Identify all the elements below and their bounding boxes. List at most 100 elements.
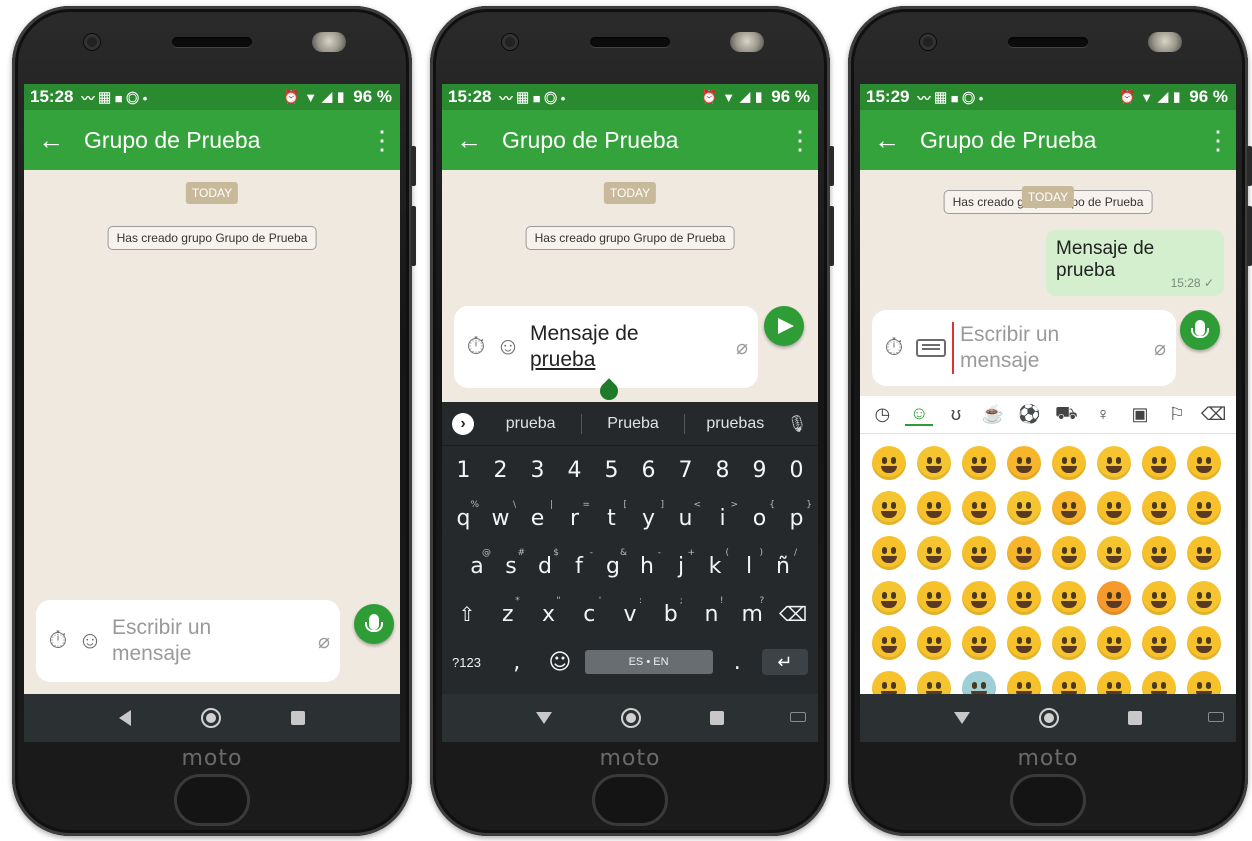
key[interactable]: l) bbox=[732, 548, 766, 579]
timer-icon[interactable]: ⏱ bbox=[460, 333, 492, 361]
key[interactable]: j + bbox=[664, 548, 698, 579]
send-button[interactable] bbox=[764, 306, 804, 346]
key[interactable]: u < bbox=[667, 500, 704, 531]
emoji-item[interactable] bbox=[911, 620, 956, 665]
car-icon[interactable]: ⛟ bbox=[1052, 403, 1080, 427]
key[interactable]: 3 bbox=[519, 458, 556, 483]
emoji-item[interactable] bbox=[1136, 485, 1181, 530]
suggestion-item[interactable]: pruebas bbox=[685, 415, 786, 433]
overflow-menu-icon[interactable]: ⋮ bbox=[1200, 125, 1236, 156]
key[interactable]: e | bbox=[519, 500, 556, 531]
emoji-item[interactable] bbox=[1136, 665, 1181, 694]
hide-keyboard-icon[interactable] bbox=[954, 712, 971, 724]
emoji-icon[interactable]: ☺ bbox=[492, 333, 524, 361]
emoji-item[interactable] bbox=[911, 530, 956, 575]
flag-icon[interactable]: ⚐ bbox=[1163, 404, 1191, 425]
emoji-item[interactable] bbox=[956, 485, 1001, 530]
nav-recents-icon[interactable] bbox=[709, 711, 724, 725]
emoji-item[interactable] bbox=[1181, 530, 1226, 575]
keyboard-icon[interactable] bbox=[916, 339, 946, 357]
key[interactable]: i > bbox=[704, 500, 741, 531]
key[interactable]: m? bbox=[737, 596, 767, 627]
key[interactable]: r = bbox=[556, 500, 593, 531]
chat-title[interactable]: Grupo de Prueba bbox=[78, 127, 364, 154]
nav-home-icon[interactable] bbox=[1038, 708, 1059, 728]
emoji-item[interactable] bbox=[1136, 620, 1181, 665]
emoji-item[interactable] bbox=[956, 530, 1001, 575]
emoji-item[interactable] bbox=[1181, 485, 1226, 530]
emoji-item[interactable] bbox=[1091, 665, 1136, 694]
recent-icon[interactable]: ◷ bbox=[868, 404, 896, 425]
emoji-item[interactable] bbox=[1046, 530, 1091, 575]
space-bar[interactable]: ES • EN bbox=[584, 650, 713, 674]
emoji-item[interactable] bbox=[911, 485, 956, 530]
key[interactable]: 9 bbox=[741, 458, 778, 483]
key[interactable]: x " bbox=[534, 596, 564, 627]
symbols-key[interactable]: ?123 bbox=[452, 655, 492, 670]
emoji-item[interactable] bbox=[1001, 530, 1046, 575]
emoji-icon[interactable]: ☺ bbox=[74, 627, 106, 655]
nav-home-icon[interactable] bbox=[620, 708, 641, 728]
timer-icon[interactable]: ⏱ bbox=[878, 334, 910, 362]
animal-icon[interactable]: ʊ bbox=[942, 404, 970, 425]
emoji-item[interactable] bbox=[1181, 665, 1226, 694]
key[interactable]: n! bbox=[697, 596, 727, 627]
key[interactable]: s # bbox=[494, 548, 528, 579]
comma-key[interactable]: , bbox=[498, 650, 535, 675]
emoji-item[interactable] bbox=[866, 440, 911, 485]
emoji-item[interactable] bbox=[1091, 485, 1136, 530]
key[interactable]: 5 bbox=[593, 458, 630, 483]
key[interactable]: g & bbox=[596, 548, 630, 579]
key[interactable]: a @ bbox=[460, 548, 494, 579]
lightbulb-icon[interactable]: ♀ bbox=[1089, 404, 1117, 425]
emoji-item[interactable] bbox=[1046, 440, 1091, 485]
timer-icon[interactable]: ⏱ bbox=[42, 627, 74, 655]
emoji-item[interactable] bbox=[956, 440, 1001, 485]
food-icon[interactable]: ☕ bbox=[979, 404, 1007, 425]
emoji-item[interactable] bbox=[1091, 575, 1136, 620]
outgoing-message[interactable]: Mensaje de prueba 15:28 ✓ bbox=[1046, 230, 1224, 296]
key[interactable]: b; bbox=[656, 596, 686, 627]
backspace-icon[interactable]: ⌫ bbox=[1200, 404, 1228, 425]
message-input[interactable]: Mensaje de prueba bbox=[524, 321, 736, 373]
sports-icon[interactable]: ⚽ bbox=[1016, 404, 1044, 425]
key[interactable]: z * bbox=[493, 596, 523, 627]
overflow-menu-icon[interactable]: ⋮ bbox=[364, 125, 400, 156]
chevron-right-icon[interactable]: › bbox=[452, 412, 474, 435]
key[interactable]: q% bbox=[445, 500, 482, 531]
suggestion-item[interactable]: Prueba bbox=[582, 415, 683, 433]
emoji-item[interactable] bbox=[1181, 575, 1226, 620]
emoji-item[interactable] bbox=[1046, 485, 1091, 530]
emoji-item[interactable] bbox=[1001, 620, 1046, 665]
attach-icon[interactable]: ⌀ bbox=[318, 629, 330, 654]
key[interactable]: d $ bbox=[528, 548, 562, 579]
emoji-item[interactable] bbox=[956, 665, 1001, 694]
hide-keyboard-icon[interactable] bbox=[536, 712, 553, 724]
key[interactable]: o{ bbox=[741, 500, 778, 531]
key[interactable]: 0 bbox=[778, 458, 815, 483]
emoji-item[interactable] bbox=[1046, 575, 1091, 620]
emoji-item[interactable] bbox=[1181, 440, 1226, 485]
mic-button[interactable] bbox=[1180, 310, 1220, 350]
key[interactable]: f- bbox=[562, 548, 596, 579]
key[interactable]: w \ bbox=[482, 500, 519, 531]
emoji-item[interactable] bbox=[866, 485, 911, 530]
emoji-item[interactable] bbox=[1181, 620, 1226, 665]
nav-home-icon[interactable] bbox=[201, 708, 221, 728]
key[interactable]: p} bbox=[778, 500, 815, 531]
key[interactable]: 7 bbox=[667, 458, 704, 483]
emoji-item[interactable] bbox=[1046, 665, 1091, 694]
mic-button[interactable] bbox=[354, 604, 394, 644]
emoji-item[interactable] bbox=[1136, 530, 1181, 575]
key[interactable]: v: bbox=[615, 596, 645, 627]
chat-title[interactable]: Grupo de Prueba bbox=[496, 127, 782, 154]
shift-icon[interactable]: ⇧ bbox=[452, 602, 482, 626]
attach-icon[interactable]: ⌀ bbox=[736, 335, 748, 360]
key[interactable]: t[ bbox=[593, 500, 630, 531]
emoji-item[interactable] bbox=[1001, 485, 1046, 530]
emoji-item[interactable] bbox=[1001, 575, 1046, 620]
emoji-item[interactable] bbox=[956, 620, 1001, 665]
emoji-item[interactable] bbox=[1091, 620, 1136, 665]
nav-recents-icon[interactable] bbox=[291, 711, 305, 725]
back-arrow-icon[interactable]: ← bbox=[860, 125, 914, 156]
